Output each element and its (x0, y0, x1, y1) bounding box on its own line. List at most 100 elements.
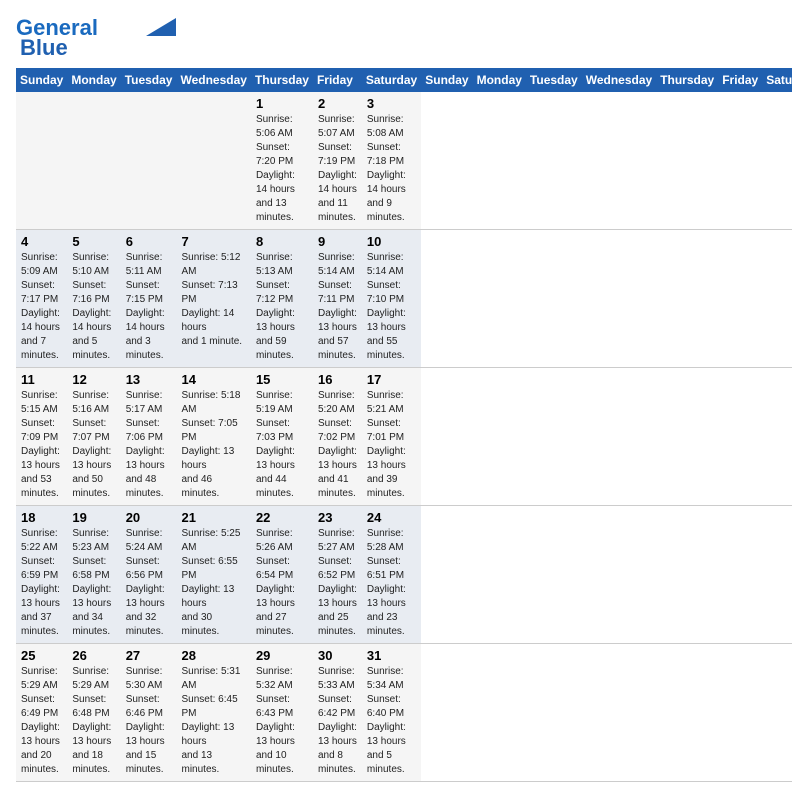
calendar-week-1: 1 Sunrise: 5:06 AM Sunset: 7:20 PM Daylig… (16, 92, 792, 230)
calendar-cell: 22 Sunrise: 5:26 AM Sunset: 6:54 PM Dayli… (251, 506, 313, 644)
day-number: 4 (21, 234, 62, 249)
day-number: 12 (72, 372, 115, 387)
calendar-cell: 2 Sunrise: 5:07 AM Sunset: 7:19 PM Daylig… (313, 92, 362, 230)
day-detail: Sunrise: 5:08 AM Sunset: 7:18 PM Dayligh… (367, 113, 416, 225)
day-detail: Sunrise: 5:12 AM Sunset: 7:13 PM Dayligh… (181, 251, 245, 349)
calendar-cell: 13Sunrise: 5:17 AM Sunset: 7:06 PM Dayli… (121, 368, 177, 506)
col-header-monday: Monday (473, 68, 526, 92)
calendar-cell: 31 Sunrise: 5:34 AM Sunset: 6:40 PM Dayli… (362, 644, 421, 782)
day-detail: Sunrise: 5:11 AM Sunset: 7:15 PM Dayligh… (126, 251, 172, 363)
calendar-cell (176, 92, 250, 230)
day-number: 16 (318, 372, 357, 387)
calendar-cell: 26 Sunrise: 5:29 AM Sunset: 6:48 PM Dayli… (67, 644, 120, 782)
logo: General Blue (16, 16, 176, 60)
day-number: 23 (318, 510, 357, 525)
day-number: 19 (72, 510, 115, 525)
day-number: 26 (72, 648, 115, 663)
day-detail: Sunrise: 5:13 AM Sunset: 7:12 PM Dayligh… (256, 251, 308, 363)
day-detail: Sunrise: 5:24 AM Sunset: 6:56 PM Dayligh… (126, 527, 172, 639)
col-header-friday: Friday (718, 68, 762, 92)
calendar-cell: 16 Sunrise: 5:20 AM Sunset: 7:02 PM Dayli… (313, 368, 362, 506)
day-detail: Sunrise: 5:09 AM Sunset: 7:17 PM Dayligh… (21, 251, 62, 363)
day-detail: Sunrise: 5:22 AM Sunset: 6:59 PM Dayligh… (21, 527, 62, 639)
day-detail: Sunrise: 5:20 AM Sunset: 7:02 PM Dayligh… (318, 389, 357, 501)
calendar-cell: 1 Sunrise: 5:06 AM Sunset: 7:20 PM Daylig… (251, 92, 313, 230)
day-detail: Sunrise: 5:07 AM Sunset: 7:19 PM Dayligh… (318, 113, 357, 225)
day-detail: Sunrise: 5:25 AM Sunset: 6:55 PM Dayligh… (181, 527, 245, 639)
day-detail: Sunrise: 5:19 AM Sunset: 7:03 PM Dayligh… (256, 389, 308, 501)
calendar-cell: 15 Sunrise: 5:19 AM Sunset: 7:03 PM Dayli… (251, 368, 313, 506)
day-detail: Sunrise: 5:29 AM Sunset: 6:48 PM Dayligh… (72, 665, 115, 777)
day-detail: Sunrise: 5:27 AM Sunset: 6:52 PM Dayligh… (318, 527, 357, 639)
day-number: 5 (72, 234, 115, 249)
day-detail: Sunrise: 5:34 AM Sunset: 6:40 PM Dayligh… (367, 665, 416, 777)
day-number: 11 (21, 372, 62, 387)
col-header-thursday: Thursday (656, 68, 718, 92)
day-detail: Sunrise: 5:17 AM Sunset: 7:06 PM Dayligh… (126, 389, 172, 501)
day-detail: Sunrise: 5:10 AM Sunset: 7:16 PM Dayligh… (72, 251, 115, 363)
day-number: 1 (256, 96, 308, 111)
day-number: 20 (126, 510, 172, 525)
day-number: 18 (21, 510, 62, 525)
calendar-cell: 28 Sunrise: 5:31 AM Sunset: 6:45 PM Dayli… (176, 644, 250, 782)
header-tuesday: Tuesday (121, 68, 177, 92)
calendar-cell: 24 Sunrise: 5:28 AM Sunset: 6:51 PM Dayli… (362, 506, 421, 644)
logo-blue-text: Blue (20, 35, 68, 60)
header-wednesday: Wednesday (176, 68, 250, 92)
day-detail: Sunrise: 5:18 AM Sunset: 7:05 PM Dayligh… (181, 389, 245, 501)
day-number: 21 (181, 510, 245, 525)
day-number: 2 (318, 96, 357, 111)
day-number: 24 (367, 510, 416, 525)
calendar-cell: 4 Sunrise: 5:09 AM Sunset: 7:17 PM Daylig… (16, 230, 67, 368)
calendar-cell: 19 Sunrise: 5:23 AM Sunset: 6:58 PM Dayli… (67, 506, 120, 644)
calendar-cell: 5 Sunrise: 5:10 AM Sunset: 7:16 PM Daylig… (67, 230, 120, 368)
day-detail: Sunrise: 5:31 AM Sunset: 6:45 PM Dayligh… (181, 665, 245, 777)
calendar-cell: 12 Sunrise: 5:16 AM Sunset: 7:07 PM Dayli… (67, 368, 120, 506)
calendar-week-5: 25Sunrise: 5:29 AM Sunset: 6:49 PM Dayli… (16, 644, 792, 782)
header-saturday: Saturday (362, 68, 421, 92)
day-number: 15 (256, 372, 308, 387)
calendar-cell: 3Sunrise: 5:08 AM Sunset: 7:18 PM Daylig… (362, 92, 421, 230)
col-header-wednesday: Wednesday (582, 68, 656, 92)
day-detail: Sunrise: 5:14 AM Sunset: 7:10 PM Dayligh… (367, 251, 416, 363)
day-detail: Sunrise: 5:21 AM Sunset: 7:01 PM Dayligh… (367, 389, 416, 501)
day-detail: Sunrise: 5:23 AM Sunset: 6:58 PM Dayligh… (72, 527, 115, 639)
calendar-cell: 29Sunrise: 5:32 AM Sunset: 6:43 PM Dayli… (251, 644, 313, 782)
day-number: 9 (318, 234, 357, 249)
day-detail: Sunrise: 5:16 AM Sunset: 7:07 PM Dayligh… (72, 389, 115, 501)
calendar-cell: 27 Sunrise: 5:30 AM Sunset: 6:46 PM Dayli… (121, 644, 177, 782)
col-header-sunday: Sunday (421, 68, 472, 92)
day-detail: Sunrise: 5:26 AM Sunset: 6:54 PM Dayligh… (256, 527, 308, 639)
calendar-cell (16, 92, 67, 230)
calendar-cell: 11Sunrise: 5:15 AM Sunset: 7:09 PM Dayli… (16, 368, 67, 506)
day-number: 28 (181, 648, 245, 663)
day-detail: Sunrise: 5:06 AM Sunset: 7:20 PM Dayligh… (256, 113, 308, 225)
calendar-cell: 25Sunrise: 5:29 AM Sunset: 6:49 PM Dayli… (16, 644, 67, 782)
day-number: 22 (256, 510, 308, 525)
calendar-cell: 21 Sunrise: 5:25 AM Sunset: 6:55 PM Dayli… (176, 506, 250, 644)
day-number: 29 (256, 648, 308, 663)
day-detail: Sunrise: 5:30 AM Sunset: 6:46 PM Dayligh… (126, 665, 172, 777)
day-number: 8 (256, 234, 308, 249)
calendar-table: SundayMondayTuesdayWednesdayThursdayFrid… (16, 68, 792, 782)
calendar-cell (121, 92, 177, 230)
calendar-week-4: 18 Sunrise: 5:22 AM Sunset: 6:59 PM Dayli… (16, 506, 792, 644)
header-thursday: Thursday (251, 68, 313, 92)
day-detail: Sunrise: 5:28 AM Sunset: 6:51 PM Dayligh… (367, 527, 416, 639)
day-number: 14 (181, 372, 245, 387)
day-number: 6 (126, 234, 172, 249)
day-number: 7 (181, 234, 245, 249)
calendar-cell: 8 Sunrise: 5:13 AM Sunset: 7:12 PM Daylig… (251, 230, 313, 368)
calendar-cell: 10Sunrise: 5:14 AM Sunset: 7:10 PM Dayli… (362, 230, 421, 368)
calendar-week-2: 4 Sunrise: 5:09 AM Sunset: 7:17 PM Daylig… (16, 230, 792, 368)
calendar-cell: 18 Sunrise: 5:22 AM Sunset: 6:59 PM Dayli… (16, 506, 67, 644)
calendar-header-row: SundayMondayTuesdayWednesdayThursdayFrid… (16, 68, 792, 92)
page-header: General Blue (16, 16, 776, 60)
calendar-cell: 23 Sunrise: 5:27 AM Sunset: 6:52 PM Dayli… (313, 506, 362, 644)
day-number: 30 (318, 648, 357, 663)
calendar-cell (67, 92, 120, 230)
calendar-cell: 17Sunrise: 5:21 AM Sunset: 7:01 PM Dayli… (362, 368, 421, 506)
day-number: 31 (367, 648, 416, 663)
header-friday: Friday (313, 68, 362, 92)
day-number: 27 (126, 648, 172, 663)
